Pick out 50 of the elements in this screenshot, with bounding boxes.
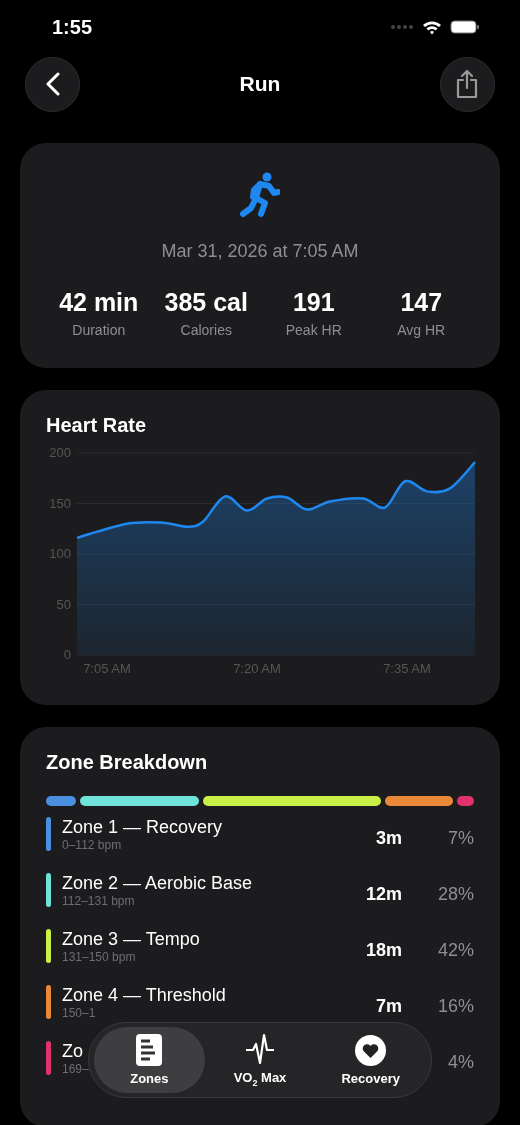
zone-percent: 42%: [436, 939, 474, 961]
zone-percent: 4%: [447, 1051, 474, 1073]
zone-time: 3m: [375, 827, 402, 849]
zone-name: Zo: [62, 1040, 83, 1062]
back-icon: [45, 72, 60, 96]
zone-name: Zone 2 — Aerobic Base: [62, 872, 253, 894]
zone-range: 0–112 bpm: [62, 837, 122, 852]
stat-value: 42 min: [58, 288, 140, 317]
y-axis-label: 200: [49, 445, 71, 460]
zone-range: 131–150 bpm: [62, 949, 136, 964]
chart-title: Heart Rate: [46, 414, 148, 437]
share-icon: [455, 69, 480, 99]
zone-name: Zone 4 — Threshold: [62, 984, 226, 1006]
document-list-icon: [136, 1034, 163, 1066]
x-axis-label: 7:05 AM: [83, 661, 131, 676]
signal-icon: [390, 24, 414, 30]
x-axis-label: 7:35 AM: [383, 661, 431, 676]
tab[interactable]: Zones: [94, 1027, 205, 1093]
stat-label: Peak HR: [284, 322, 343, 338]
zone-range: 169–: [62, 1061, 89, 1076]
workout-date: Mar 31, 2026 at 7:05 AM: [160, 241, 360, 262]
tab[interactable]: Recovery: [315, 1027, 426, 1093]
tab[interactable]: VO$_{2}$ Max: [204, 1027, 316, 1093]
stat-label: Avg HR: [396, 322, 447, 338]
screen-title: Run: [239, 72, 281, 96]
battery-icon: [450, 20, 480, 34]
x-axis-label: 7:20 AM: [233, 661, 281, 676]
y-axis-label: 100: [49, 546, 71, 561]
wifi-icon: [422, 19, 442, 35]
y-axis-label: 50: [56, 596, 71, 612]
stat-label: Calories: [179, 322, 233, 338]
zone-percent: 7%: [447, 827, 474, 849]
zone-time: 18m: [364, 939, 402, 961]
zone-name: Zone 1 — Recovery: [62, 816, 223, 838]
zone-percent: 16%: [436, 995, 474, 1017]
running-figure-icon: [240, 171, 280, 219]
stat-value: 385 cal: [163, 288, 249, 317]
stat-value: 147: [399, 288, 444, 317]
zone-time: 7m: [375, 995, 402, 1017]
zone-range: 150–1: [62, 1005, 96, 1020]
section-title: Zone Breakdown: [46, 751, 209, 774]
stat-value: 191: [291, 288, 336, 317]
y-axis-label: 150: [49, 495, 71, 511]
zone-name: Zone 3 — Tempo: [62, 928, 200, 950]
stat-label: Duration: [71, 322, 127, 338]
zone-percent: 28%: [436, 883, 474, 905]
zone-time: 12m: [364, 883, 402, 905]
pulse-icon: [245, 1032, 275, 1065]
zone-range: 112–131 bpm: [62, 893, 135, 908]
status-time: 1:55: [52, 15, 93, 39]
